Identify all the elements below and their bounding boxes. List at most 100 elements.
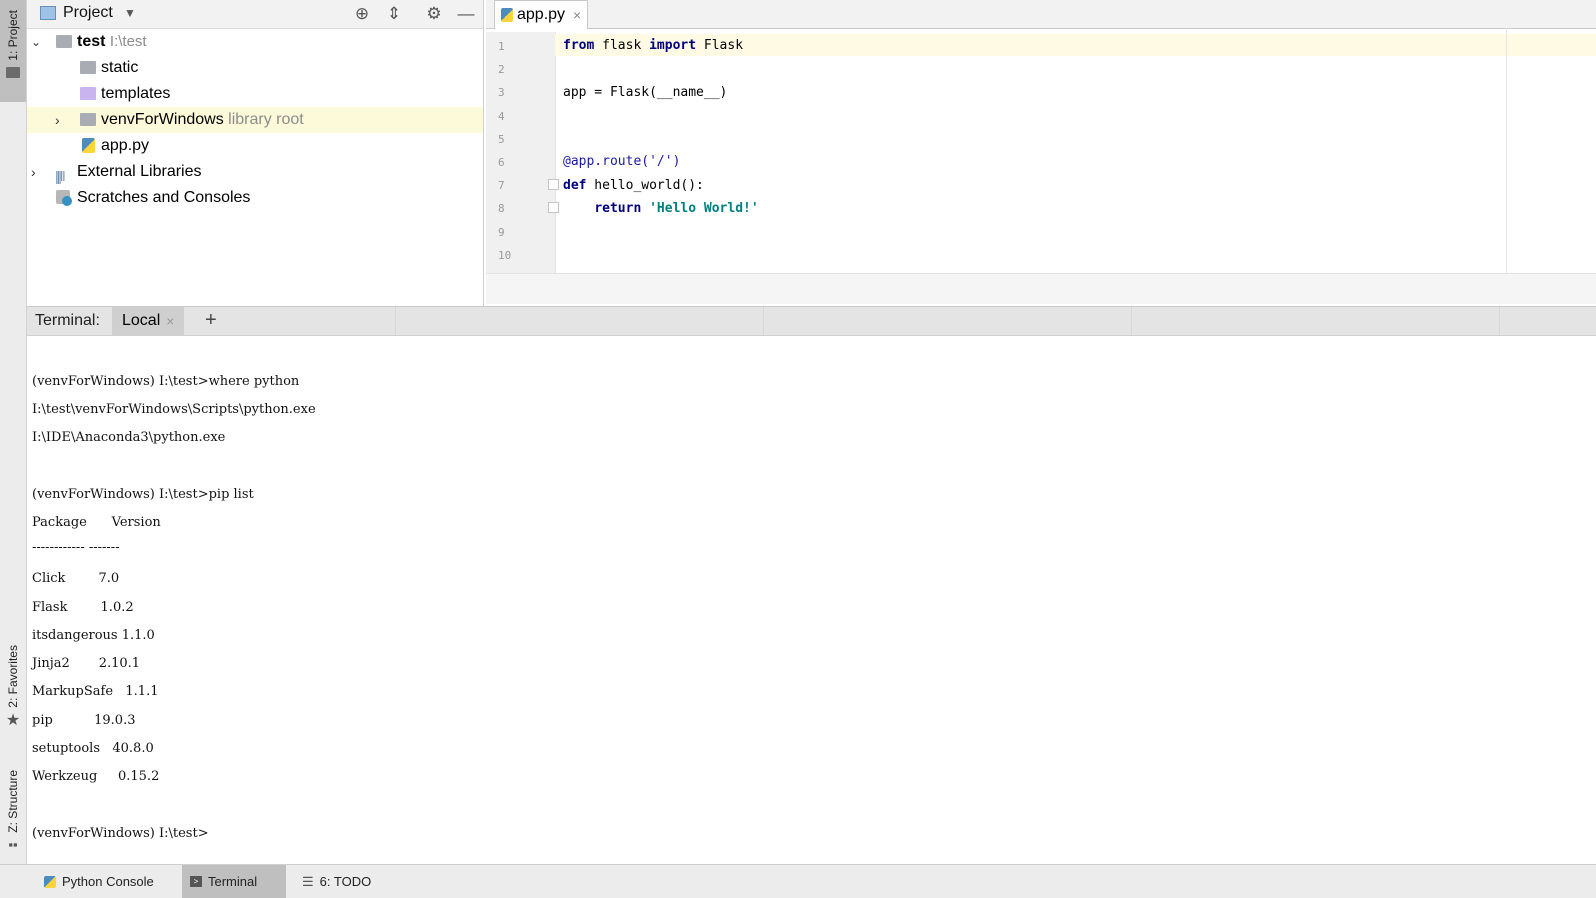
right-margin-guide: [1506, 28, 1507, 275]
python-file-icon: [501, 8, 513, 22]
terminal-line: pip 19.0.3: [32, 713, 136, 728]
project-view-icon: [40, 6, 56, 20]
star-icon: ★: [5, 711, 21, 729]
terminal-tab-local[interactable]: Local ×: [112, 307, 185, 335]
hide-icon[interactable]: —: [455, 3, 477, 25]
terminal-header: Terminal: Local × +: [27, 306, 1596, 336]
folder-icon: [56, 35, 72, 48]
editor-tab-label: app.py: [517, 6, 566, 23]
terminal-line: ------------ -------: [32, 540, 120, 555]
locate-icon[interactable]: ⊕: [351, 3, 373, 25]
header-divider: [763, 307, 764, 335]
line-number: 10: [498, 249, 512, 262]
tree-item-templates[interactable]: templates: [27, 81, 483, 107]
tree-item-label: templates: [101, 85, 171, 102]
tree-item-path: I:\test: [109, 33, 147, 50]
chevron-down-icon[interactable]: ▼: [124, 6, 136, 20]
code-line-7[interactable]: def hello_world():: [563, 178, 704, 193]
chevron-right-icon[interactable]: ›: [31, 159, 36, 185]
terminal-line: itsdangerous 1.1.0: [32, 628, 155, 643]
tree-item-label: test: [77, 33, 106, 50]
line-number: 5: [498, 133, 505, 146]
terminal-button-label: Terminal: [208, 874, 258, 889]
project-tool-button[interactable]: 1: Project: [0, 0, 26, 102]
add-terminal-icon[interactable]: +: [205, 309, 217, 332]
python-console-icon: [44, 875, 56, 888]
todo-button[interactable]: ☰ 6: TODO: [294, 865, 379, 898]
terminal-button[interactable]: > Terminal: [182, 865, 286, 898]
project-tool-label: 1: Project: [6, 10, 20, 61]
line-number: 4: [498, 110, 505, 123]
terminal-output[interactable]: (venvForWindows) I:\test>where python I:…: [27, 336, 1596, 864]
terminal-line: (venvForWindows) I:\test>where python: [32, 374, 300, 389]
line-number: 8: [498, 202, 505, 215]
code-line-8[interactable]: return 'Hello World!': [563, 201, 758, 216]
terminal-line: (venvForWindows) I:\test>pip list: [32, 487, 254, 502]
clock-icon: [62, 196, 72, 206]
project-panel: Project ▼ ⊕ ⇕ ⚙ — ⌄ test I:\test static …: [27, 0, 484, 306]
terminal-line: Werkzeug 0.15.2: [32, 769, 160, 784]
folder-icon: [6, 66, 20, 78]
editor-tab-app-py[interactable]: app.py ×: [494, 0, 589, 29]
terminal-title: Terminal:: [35, 312, 100, 329]
todo-button-label: 6: TODO: [319, 874, 372, 889]
structure-tool-button[interactable]: Z: Structure ▪▪: [0, 770, 26, 852]
collapse-all-icon[interactable]: ⇕: [383, 3, 405, 25]
tree-item-app-py[interactable]: app.py: [27, 133, 483, 159]
left-tool-stripe: 1: Project 2: Favorites ★ Z: Structure ▪…: [0, 0, 27, 880]
project-view-selector[interactable]: Project: [63, 4, 113, 22]
favorites-tool-label: 2: Favorites: [6, 645, 20, 708]
bottom-tool-bar: Python Console > Terminal ☰ 6: TODO: [0, 864, 1596, 898]
header-divider: [1499, 307, 1500, 335]
tree-item-label: External Libraries: [77, 163, 202, 180]
terminal-prompt: (venvForWindows) I:\test>: [32, 826, 209, 841]
tree-item-label: Scratches and Consoles: [77, 189, 251, 206]
code-line-1[interactable]: from flask import Flask: [563, 38, 743, 53]
python-console-button[interactable]: Python Console: [36, 865, 162, 898]
fold-icon[interactable]: [548, 202, 559, 213]
close-icon[interactable]: ×: [573, 7, 581, 23]
header-divider: [395, 307, 396, 335]
structure-icon: ▪▪: [8, 836, 18, 852]
structure-tool-label: Z: Structure: [6, 770, 20, 833]
editor-tab-bar: app.py ×: [486, 0, 1596, 29]
close-icon[interactable]: ×: [166, 313, 174, 329]
tree-item-static[interactable]: static: [27, 55, 483, 81]
tree-item-scratches[interactable]: Scratches and Consoles: [27, 185, 483, 211]
terminal-line: I:\IDE\Anaconda3\python.exe: [32, 430, 226, 445]
folder-icon: [80, 87, 96, 100]
header-divider: [1131, 307, 1132, 335]
line-number: 9: [498, 226, 505, 239]
tree-item-label: static: [101, 59, 139, 76]
gear-icon[interactable]: ⚙: [423, 3, 445, 25]
terminal-icon: >: [190, 876, 202, 887]
library-icon: |||‖: [55, 168, 66, 184]
folder-icon: [80, 113, 96, 126]
favorites-tool-button[interactable]: 2: Favorites ★: [0, 645, 26, 730]
line-number: 6: [498, 156, 505, 169]
tree-item-label: app.py: [101, 137, 150, 154]
chevron-right-icon[interactable]: ›: [55, 107, 60, 133]
list-icon: ☰: [302, 873, 314, 889]
tree-item-hint: library root: [228, 111, 304, 128]
terminal-line: Package Version: [32, 515, 161, 530]
python-file-icon: [82, 138, 95, 153]
tree-item-venvforwindows[interactable]: › venvForWindows library root: [27, 107, 483, 133]
terminal-line: Click 7.0: [32, 571, 120, 586]
python-console-label: Python Console: [62, 874, 154, 889]
line-number: 1: [498, 40, 505, 53]
terminal-line: setuptools 40.8.0: [32, 741, 154, 756]
folder-icon: [80, 61, 96, 74]
tree-item-test[interactable]: ⌄ test I:\test: [27, 29, 483, 55]
line-number: 2: [498, 63, 505, 76]
editor-area: app.py × 1 2 3 4 5 6 7 8 9 10 from flask…: [486, 0, 1596, 304]
fold-icon[interactable]: [548, 179, 559, 190]
chevron-down-icon[interactable]: ⌄: [31, 29, 41, 55]
terminal-line: Flask 1.0.2: [32, 600, 134, 615]
tree-item-external-libraries[interactable]: › |||‖ External Libraries: [27, 159, 483, 185]
project-panel-header: Project ▼ ⊕ ⇕ ⚙ —: [27, 0, 483, 29]
code-line-6[interactable]: @app.route('/'): [563, 154, 680, 169]
line-number: 7: [498, 179, 505, 192]
editor-horizontal-scrollbar[interactable]: [486, 273, 1596, 304]
code-line-3[interactable]: app = Flask(__name__): [563, 85, 727, 100]
